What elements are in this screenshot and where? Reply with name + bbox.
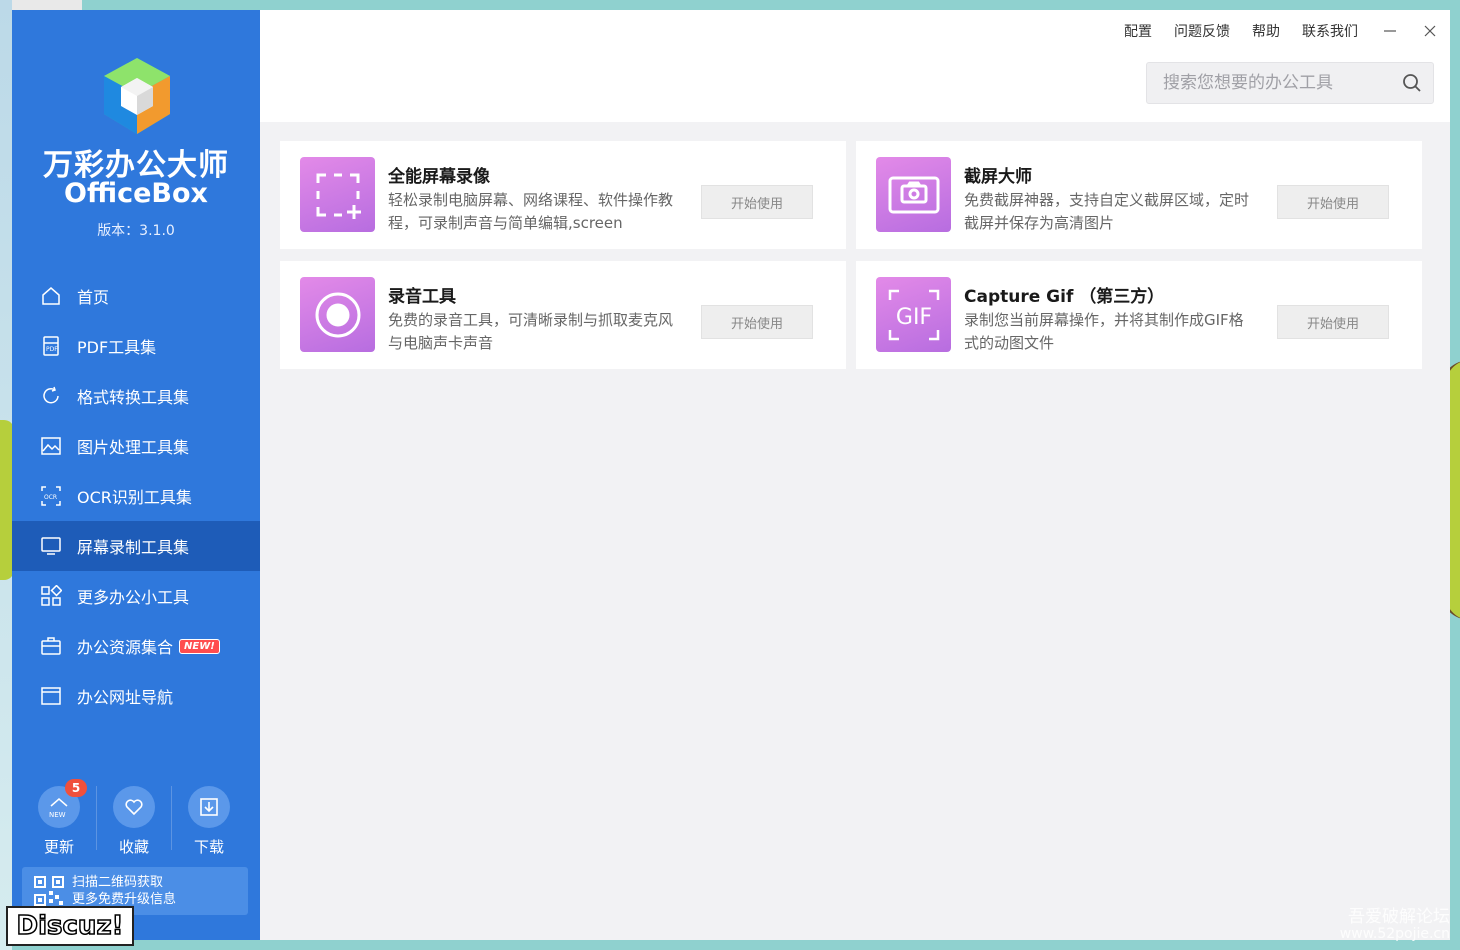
sidebar-item-more-tools[interactable]: 更多办公小工具 (12, 571, 260, 621)
sidebar-nav: 首页 PDF PDF工具集 格式转换工具集 图片处理工具集 OCR OCR识别工… (12, 271, 260, 721)
update-button[interactable]: NEW 5 更新 (22, 779, 96, 862)
config-link[interactable]: 配置 (1124, 21, 1152, 41)
tool-description: 免费截屏神器，支持自定义截屏区域，定时截屏并保存为高清图片 (964, 191, 1250, 232)
start-button[interactable]: 开始使用 (1277, 305, 1389, 339)
update-label: 更新 (43, 838, 74, 856)
sidebar-item-image[interactable]: 图片处理工具集 (12, 421, 260, 471)
tool-title: 截屏大师 (964, 167, 1032, 187)
search-box (1146, 62, 1434, 104)
sidebar-item-label: OCR识别工具集 (77, 488, 192, 507)
gif-icon: GIF (876, 277, 951, 352)
download-button[interactable]: 下载 (172, 782, 246, 862)
tool-description: 录制您当前屏幕操作，并将其制作成GIF格式的动图文件 (964, 311, 1244, 352)
tool-description: 免费的录音工具，可清晰录制与抓取麦克风与电脑声卡声音 (388, 311, 674, 352)
tool-title: 录音工具 (388, 287, 456, 307)
tool-card-audio-record: 录音工具 免费的录音工具，可清晰录制与抓取麦克风与电脑声卡声音 开始使用 (280, 261, 846, 369)
app-name-english: OfficeBox (64, 178, 208, 209)
sidebar-item-resources[interactable]: 办公资源集合 NEW! (12, 621, 260, 671)
image-icon (40, 435, 62, 457)
main-content: 配置 问题反馈 帮助 联系我们 搜索您想要的办公工具 全能屏幕录像 轻松录制电脑… (260, 10, 1450, 940)
qr-text-line1: 扫描二维码获取 (72, 875, 164, 890)
app-window: 万彩办公大师 OfficeBox 版本：3.1.0 首页 PDF PDF工具集 … (12, 10, 1450, 940)
svg-text:NEW: NEW (49, 811, 66, 819)
header: 配置 问题反馈 帮助 联系我们 (260, 10, 1450, 122)
start-button[interactable]: 开始使用 (701, 185, 813, 219)
sidebar-item-screen-record[interactable]: 屏幕录制工具集 (12, 521, 260, 571)
search-input[interactable] (1147, 63, 1401, 103)
minimize-icon[interactable] (1382, 23, 1398, 39)
convert-icon (40, 385, 62, 407)
start-button[interactable]: 开始使用 (1277, 185, 1389, 219)
svg-text:OCR: OCR (44, 494, 57, 501)
tool-description: 轻松录制电脑屏幕、网络课程、软件操作教程，可录制声音与简单编辑,screen (388, 191, 674, 232)
screen-record-icon (300, 157, 375, 232)
discuz-watermark: Discuz! (6, 906, 134, 946)
sidebar-item-label: 办公资源集合 (77, 638, 174, 657)
search-icon[interactable] (1401, 72, 1423, 94)
sidebar: 万彩办公大师 OfficeBox 版本：3.1.0 首页 PDF PDF工具集 … (12, 10, 260, 940)
sidebar-item-label: 图片处理工具集 (77, 438, 190, 457)
tool-title: Capture Gif （第三方） (964, 287, 1165, 307)
heart-icon (113, 786, 155, 828)
sidebar-item-label: 办公网址导航 (77, 688, 174, 707)
download-icon (188, 786, 230, 828)
sidebar-item-label: PDF工具集 (77, 338, 157, 357)
sidebar-item-web-nav[interactable]: 办公网址导航 (12, 671, 260, 721)
pdf-icon: PDF (40, 335, 62, 357)
app-logo-icon (104, 58, 170, 134)
app-version: 版本：3.1.0 (97, 223, 175, 239)
sidebar-item-label: 首页 (77, 288, 110, 307)
sidebar-item-label: 更多办公小工具 (77, 588, 190, 607)
desktop-window-edge (12, 0, 82, 10)
record-icon (300, 277, 375, 352)
tool-card-screenshot: 截屏大师 免费截屏神器，支持自定义截屏区域，定时截屏并保存为高清图片 开始使用 (856, 141, 1422, 249)
download-label: 下载 (193, 838, 224, 856)
sidebar-item-ocr[interactable]: OCR OCR识别工具集 (12, 471, 260, 521)
sidebar-item-pdf[interactable]: PDF PDF工具集 (12, 321, 260, 371)
svg-text:GIF: GIF (895, 305, 931, 330)
new-badge: NEW! (179, 638, 220, 654)
help-link[interactable]: 帮助 (1252, 21, 1280, 41)
tool-card-capture-gif: GIF Capture Gif （第三方） 录制您当前屏幕操作，并将其制作成GI… (856, 261, 1422, 369)
ocr-icon: OCR (40, 485, 62, 507)
start-button[interactable]: 开始使用 (701, 305, 813, 339)
sidebar-item-label: 格式转换工具集 (77, 388, 190, 407)
close-icon[interactable] (1422, 23, 1438, 39)
update-count-badge: 5 (65, 779, 87, 797)
screenshot-icon (876, 157, 951, 232)
favorite-label: 收藏 (118, 838, 149, 856)
site-watermark: 吾爱破解论坛 (1348, 907, 1450, 927)
sidebar-item-home[interactable]: 首页 (12, 271, 260, 321)
home-icon (40, 285, 62, 307)
sidebar-item-convert[interactable]: 格式转换工具集 (12, 371, 260, 421)
top-menu: 配置 问题反馈 帮助 联系我们 (1102, 21, 1438, 41)
favorite-button[interactable]: 收藏 (97, 782, 171, 862)
feedback-link[interactable]: 问题反馈 (1174, 21, 1230, 41)
tool-title: 全能屏幕录像 (388, 167, 490, 187)
tool-card-screen-record: 全能屏幕录像 轻松录制电脑屏幕、网络课程、软件操作教程，可录制声音与简单编辑,s… (280, 141, 846, 249)
browser-icon (40, 685, 62, 707)
briefcase-icon (40, 635, 62, 657)
sidebar-item-label: 屏幕录制工具集 (77, 538, 190, 557)
qr-code-icon (34, 876, 64, 906)
grid-icon (40, 585, 62, 607)
contact-link[interactable]: 联系我们 (1302, 21, 1358, 41)
monitor-icon (40, 535, 62, 557)
site-url-watermark: www.52pojie.cn (1339, 926, 1450, 942)
sidebar-bottom-actions: NEW 5 更新 收藏 下载 (22, 779, 250, 862)
svg-text:PDF: PDF (46, 346, 58, 353)
